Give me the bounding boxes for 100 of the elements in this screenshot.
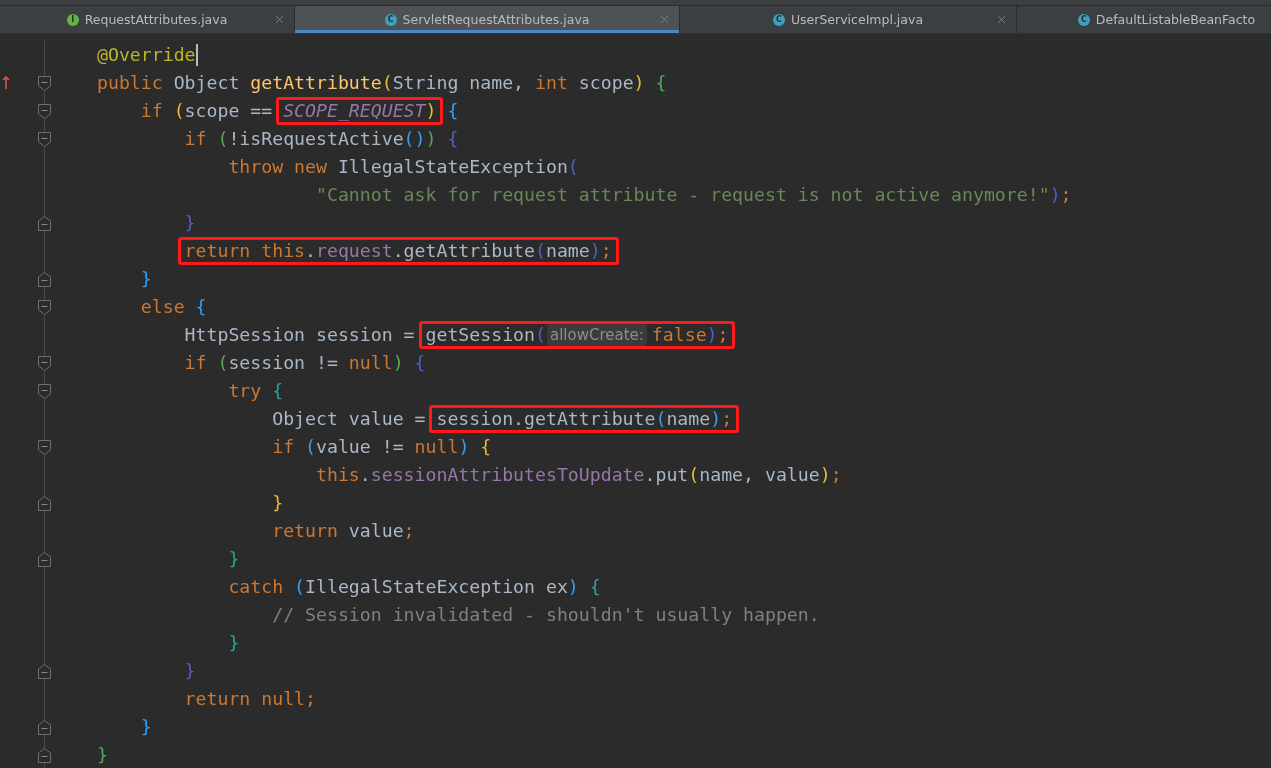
code-token: int: [535, 71, 569, 95]
code-token: name: [666, 407, 711, 431]
code-token: HttpSession session =: [184, 323, 416, 347]
code-token: this: [316, 463, 360, 487]
code-token: session.getAttribute: [436, 407, 656, 431]
file-type-icon: C: [772, 13, 785, 26]
fold-icon[interactable]: [38, 300, 51, 315]
bracket: ): [710, 407, 722, 431]
bracket: {: [447, 127, 459, 151]
code-token: name, value: [699, 463, 820, 487]
bracket: ): [706, 323, 718, 347]
code-token: .put: [644, 463, 689, 487]
fold-icon[interactable]: [38, 216, 51, 231]
bracket: }: [228, 547, 240, 571]
bracket: }: [272, 491, 284, 515]
bracket: ): [425, 127, 438, 151]
code-token: null: [414, 435, 459, 459]
code-token: Object value =: [272, 407, 427, 431]
bracket: ): [1049, 183, 1061, 207]
bracket: (: [535, 323, 546, 347]
fold-icon[interactable]: [38, 104, 51, 119]
code-token: SCOPE_REQUEST: [283, 99, 426, 123]
fold-icon[interactable]: [38, 496, 51, 511]
code-token: name: [545, 239, 590, 263]
code-token: else: [140, 295, 186, 319]
code-token: request: [316, 239, 393, 263]
fold-icon[interactable]: [38, 552, 51, 567]
code-token: getSession: [425, 323, 535, 347]
code-token: value !=: [316, 435, 405, 459]
code-token: sessionAttributesToUpdate: [370, 463, 645, 487]
bracket: }: [140, 267, 152, 291]
file-type-icon: C: [384, 13, 397, 26]
code-token: throw new: [228, 155, 328, 179]
fold-icon[interactable]: [38, 132, 51, 147]
fold-icon[interactable]: [38, 748, 51, 763]
code-token: scope ==: [184, 99, 274, 123]
bracket: (: [305, 435, 316, 459]
fold-icon[interactable]: [38, 384, 51, 399]
code-comment: // Session invalidated - shouldn't usually happen.: [272, 603, 820, 627]
code-token: @Override: [97, 43, 196, 67]
code-token: null: [348, 351, 393, 375]
bracket: }: [140, 715, 152, 739]
code-token: scope: [578, 71, 634, 95]
code-token: value: [348, 519, 404, 543]
bracket: {: [480, 435, 492, 459]
code-token: IllegalStateException: [337, 155, 568, 179]
code-token: return: [272, 519, 339, 543]
fold-icon[interactable]: [38, 720, 51, 735]
fold-icon[interactable]: [38, 76, 51, 91]
code-token: ;: [830, 463, 842, 487]
bracket: ): [392, 351, 405, 375]
code-token: .getAttribute: [392, 239, 535, 263]
bracket: (: [217, 351, 229, 375]
fold-icon[interactable]: [38, 272, 51, 287]
fold-icon[interactable]: [38, 440, 51, 455]
code-token: .: [359, 463, 371, 487]
up-arrow-icon[interactable]: [2, 76, 10, 90]
parameter-hint: allowCreate:: [546, 324, 647, 346]
bracket: (): [403, 127, 426, 151]
fold-icon[interactable]: [38, 664, 51, 679]
bracket: ): [567, 575, 580, 599]
bracket: }: [228, 631, 240, 655]
bracket: }: [184, 659, 196, 683]
file-type-icon: C: [1077, 13, 1090, 26]
code-token: String name,: [392, 71, 526, 95]
bracket: (: [217, 127, 229, 151]
bracket: (: [567, 155, 579, 179]
code-token: if: [184, 351, 208, 375]
code-token: try: [228, 379, 263, 403]
close-icon[interactable]: [995, 13, 1008, 26]
code-token: Object: [173, 71, 241, 95]
code-token: catch: [228, 575, 285, 599]
bracket: {: [195, 295, 207, 319]
bracket: (: [535, 239, 546, 263]
bracket: ): [425, 99, 437, 123]
bracket: {: [655, 71, 667, 95]
bracket: ): [589, 239, 601, 263]
bracket: {: [414, 351, 426, 375]
code-token: return null;: [184, 687, 316, 711]
bracket: {: [272, 379, 284, 403]
string-literal: "Cannot ask for request attribute - request is not active anymore!": [316, 183, 1050, 207]
close-icon[interactable]: [273, 13, 286, 26]
bracket: ): [633, 71, 646, 95]
bracket: {: [446, 99, 459, 123]
code-token: IllegalStateException ex: [305, 575, 568, 599]
fold-icon[interactable]: [38, 356, 51, 371]
bracket: (: [381, 71, 393, 95]
bracket: (: [655, 407, 667, 431]
code-token: ;: [721, 407, 733, 431]
bracket: {: [589, 575, 601, 599]
bracket: }: [97, 743, 108, 767]
code-token: return this: [184, 239, 306, 263]
bracket: (: [294, 575, 306, 599]
editor-tab[interactable]: C ServletRequestAttributes.java: [295, 6, 680, 33]
code-token: if: [140, 99, 164, 123]
code-token: ;: [600, 239, 612, 263]
code-token: .: [305, 239, 316, 263]
bracket: }: [184, 211, 196, 235]
code-token: if: [184, 127, 208, 151]
bracket: ): [458, 435, 471, 459]
